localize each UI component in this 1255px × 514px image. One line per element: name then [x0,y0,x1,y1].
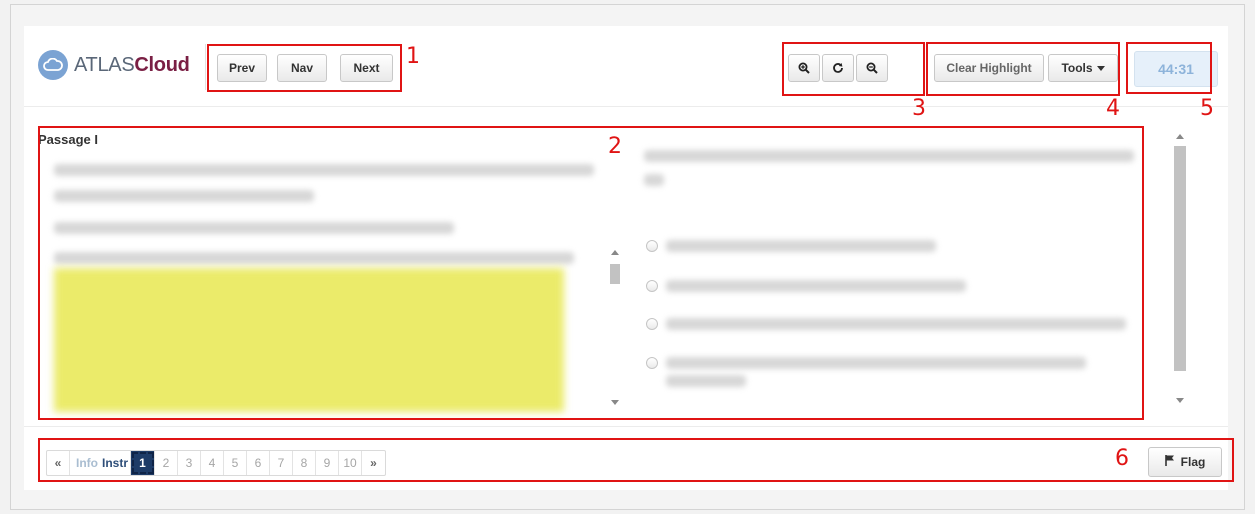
annotation-number: 4 [1106,96,1120,121]
annotation-number: 5 [1200,96,1214,121]
annotation-number: 6 [1115,446,1129,471]
annotation-box-tools [926,42,1120,96]
footer-separator [24,426,1228,427]
header-separator [24,106,1228,107]
annotation-number: 1 [406,44,420,69]
brand-name: ATLASCloud [74,53,190,76]
annotation-box-timer [1126,42,1212,94]
cloud-icon [38,50,68,80]
header-divider [205,44,206,90]
atlas-cloud-logo: ATLASCloud [38,50,190,80]
annotation-number: 2 [608,134,622,159]
annotation-box-zoom [782,42,925,96]
annotation-number: 3 [912,96,926,121]
annotation-box-nav-buttons [207,44,402,92]
annotation-box-content [38,126,1144,420]
annotation-box-footer [38,438,1234,482]
